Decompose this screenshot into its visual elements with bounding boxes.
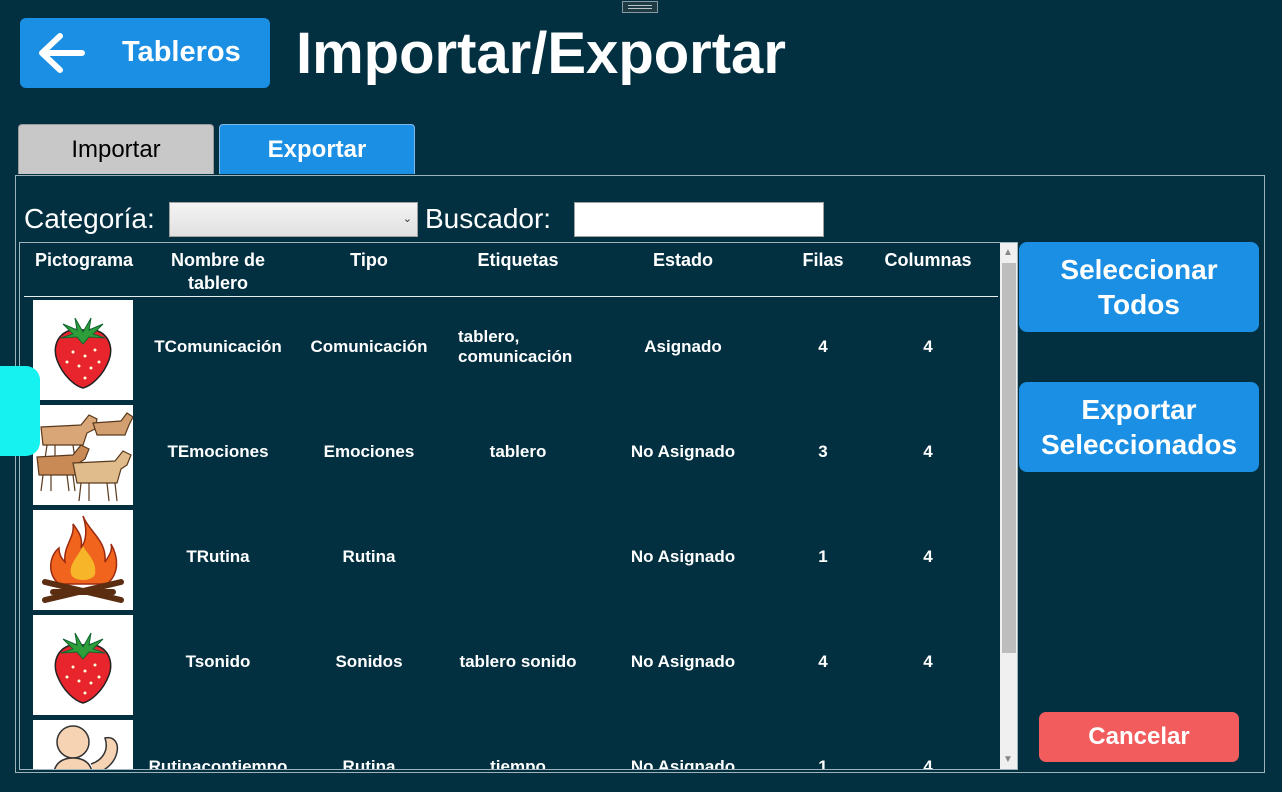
board-tags [448,507,588,607]
page-title: Importar/Exportar [296,21,786,86]
table-row[interactable]: TEmociones Emociones tablero No Asignado… [24,402,998,507]
back-button-label: Tableros [122,36,241,68]
arrow-left-icon [39,33,85,73]
column-header-estado: Estado [652,250,713,270]
board-type: Rutina [342,757,396,770]
board-status: No Asignado [630,442,736,461]
board-tags: tablero, comunicación [458,327,573,366]
board-name: TRutina [186,547,250,566]
table-row[interactable]: Tsonido Sonidos tablero sonido No Asigna… [24,612,998,717]
table-row[interactable]: TComunicación Comunicación tablero, comu… [24,297,998,402]
export-selected-label: Exportar Seleccionados [1040,394,1238,460]
board-tags: tablero sonido [459,652,577,671]
board-columns: 4 [923,337,933,356]
board-rows: 4 [818,337,828,356]
board-name: Tsonido [185,652,251,671]
board-rows: 1 [818,757,828,770]
board-columns: 4 [923,547,933,566]
board-name: TEmociones [167,442,269,461]
board-type: Comunicación [310,337,428,356]
tab-exportar[interactable]: Exportar [219,124,415,174]
board-columns: 4 [923,652,933,671]
board-status: No Asignado [630,652,736,671]
board-name: Rutinacontiempo [148,757,288,770]
table-row[interactable]: Rutinacontiempo Rutina tiempo No Asignad… [24,717,998,770]
column-header-columnas: Columnas [884,250,972,270]
strong-person-icon [33,720,133,769]
board-status: No Asignado [630,757,736,770]
table-header: Pictograma Nombre de tablero Tipo Etique… [24,243,998,297]
column-header-etiquetas: Etiquetas [477,250,559,270]
search-label: Buscador: [425,203,552,234]
dogs-icon [33,405,134,505]
board-type: Rutina [342,547,396,566]
board-rows: 1 [818,547,828,566]
back-to-boards-button[interactable]: Tableros [20,18,270,88]
column-header-nombre: Nombre de tablero [170,250,266,293]
board-columns: 4 [923,442,933,461]
export-selected-button[interactable]: Exportar Seleccionados [1019,382,1259,472]
column-header-pictograma: Pictograma [34,250,134,270]
edge-panel-handle[interactable] [0,366,40,456]
column-header-tipo: Tipo [350,250,388,270]
campfire-icon [33,510,133,610]
select-all-button[interactable]: Seleccionar Todos [1019,242,1259,332]
column-header-filas: Filas [802,250,844,270]
table-row[interactable]: TRutina Rutina No Asignado 1 4 [24,507,998,612]
board-name: TComunicación [154,337,282,356]
board-rows: 4 [818,652,828,671]
board-tags: tablero [489,442,547,461]
boards-table: Pictograma Nombre de tablero Tipo Etique… [19,242,1018,770]
window-drag-handle[interactable] [622,1,658,13]
scroll-up-icon[interactable]: ▲ [1003,247,1013,258]
strawberry-icon [33,300,133,400]
board-rows: 3 [818,442,828,461]
board-status: Asignado [644,337,722,356]
scrollbar-thumb[interactable] [1002,263,1016,653]
tab-importar[interactable]: Importar [18,124,214,174]
board-tags: tiempo [490,757,546,770]
search-input[interactable] [574,202,824,237]
board-status: No Asignado [630,547,736,566]
strawberry-icon [33,615,133,715]
board-columns: 4 [923,757,933,770]
scroll-down-icon[interactable]: ▼ [1003,754,1013,765]
table-scrollbar[interactable]: ▲ ▼ [1000,243,1017,769]
cancel-button[interactable]: Cancelar [1039,712,1239,762]
chevron-down-icon: ⌄ [402,213,412,225]
select-all-label: Seleccionar Todos [1060,254,1218,320]
category-label: Categoría: [24,203,155,234]
board-type: Emociones [323,442,415,461]
board-type: Sonidos [335,652,403,671]
category-select[interactable]: ⌄ [169,202,418,237]
